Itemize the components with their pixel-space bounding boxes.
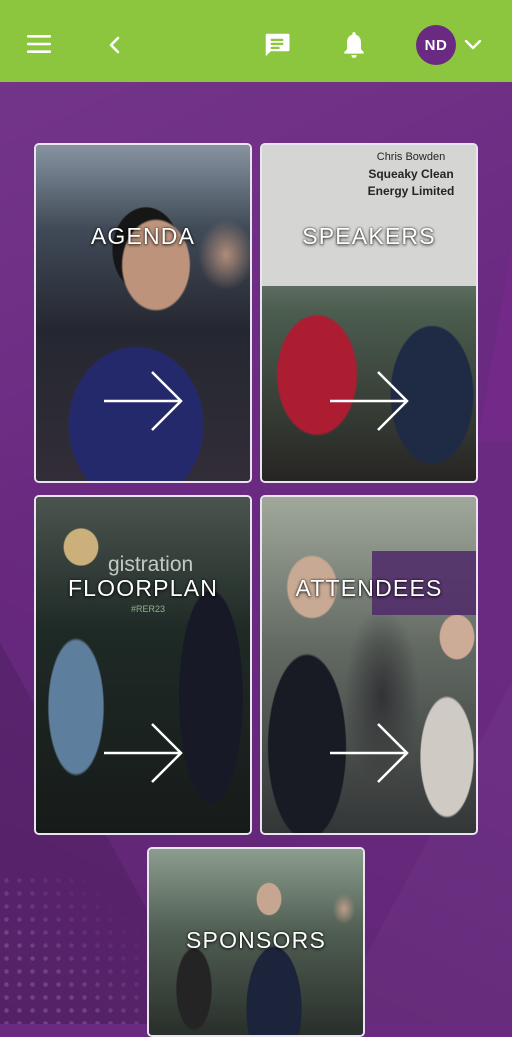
- tile-label: AGENDA: [90, 223, 196, 249]
- tile-speakers[interactable]: Chris Bowden Squeaky Clean Energy Limite…: [260, 143, 478, 483]
- tile-label: SPEAKERS: [302, 223, 436, 249]
- avatar-initials: ND: [424, 36, 448, 54]
- menu-button[interactable]: [22, 29, 56, 59]
- avatar[interactable]: ND: [416, 25, 456, 65]
- app-bar: ND: [0, 0, 512, 82]
- arrow-right-icon: [104, 723, 183, 783]
- back-chevron-icon: [109, 36, 120, 54]
- chat-icon: [265, 33, 290, 57]
- tile-attendees[interactable]: ATTENDEES: [260, 495, 478, 835]
- bell-icon: [344, 32, 364, 58]
- tile-sponsors[interactable]: SPONSORS: [147, 847, 365, 1037]
- tile-floorplan[interactable]: gistration #RER23 FLOORPLAN: [34, 495, 252, 835]
- tile-label: SPONSORS: [186, 927, 326, 953]
- account-dropdown-button[interactable]: [460, 32, 486, 58]
- dot-pattern: [0, 874, 170, 1024]
- notifications-button[interactable]: [338, 28, 370, 62]
- arrow-right-icon: [330, 723, 409, 783]
- tile-agenda[interactable]: AGENDA: [34, 143, 252, 483]
- tile-label: ATTENDEES: [295, 575, 443, 601]
- chat-button[interactable]: [260, 28, 294, 62]
- chevron-down-icon: [464, 39, 482, 50]
- tile-label: FLOORPLAN: [67, 575, 219, 601]
- arrow-right-icon: [330, 371, 409, 431]
- back-button[interactable]: [100, 30, 130, 60]
- menu-icon: [27, 35, 51, 53]
- arrow-right-icon: [104, 371, 183, 431]
